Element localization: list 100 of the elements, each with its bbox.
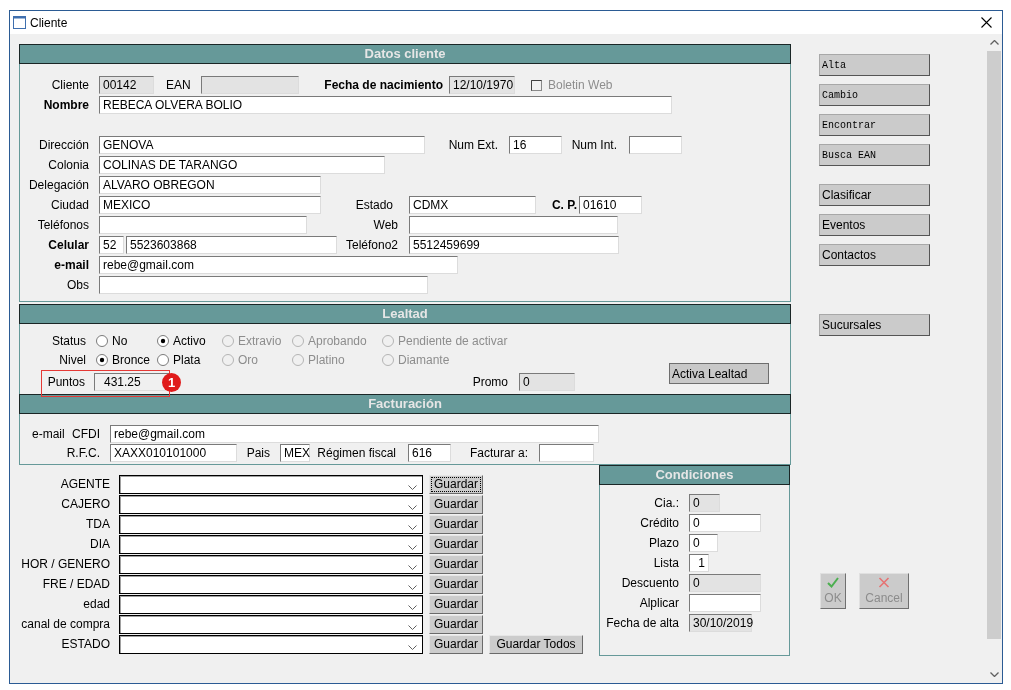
input-field[interactable]: 12/10/1970 (449, 76, 515, 94)
input-field[interactable] (99, 216, 307, 234)
section-header: Lealtad (19, 304, 791, 324)
input-field[interactable]: rebe@gmail.com (99, 256, 458, 274)
input-field[interactable] (539, 443, 594, 462)
window-icon (13, 16, 26, 29)
field-label: ESTADO (61, 637, 110, 651)
input-field[interactable]: 00142 (99, 76, 154, 94)
input-field[interactable]: 16 (509, 136, 562, 154)
radio-option[interactable]: Activo (157, 333, 206, 348)
check-icon (827, 577, 839, 588)
input-field[interactable]: 0 (689, 574, 761, 592)
field-label: DIA (90, 537, 110, 551)
field-label: TDA (86, 517, 110, 531)
input-field[interactable]: 01610 (579, 196, 642, 214)
save-button[interactable]: Guardar (429, 514, 483, 534)
radio-option[interactable]: Bronce (96, 352, 151, 367)
input-field[interactable]: 616 (408, 443, 451, 462)
close-icon[interactable] (981, 17, 992, 28)
select-field[interactable] (119, 474, 423, 494)
chevron-down-icon (408, 644, 417, 650)
select-field[interactable] (119, 634, 423, 654)
action-button[interactable]: Busca EAN (819, 144, 930, 166)
action-button[interactable]: Cambio (819, 84, 930, 106)
input-field[interactable]: MEX (280, 443, 310, 462)
input-field[interactable]: 5523603868 (126, 236, 337, 254)
action-button[interactable]: Contactos (819, 244, 930, 266)
field-label: Ciudad (50, 198, 89, 212)
scrollbar-thumb[interactable] (987, 51, 1001, 639)
field-label: FRE / EDAD (42, 577, 110, 591)
save-button[interactable]: Guardar (429, 614, 483, 634)
input-field[interactable] (689, 594, 761, 612)
input-field[interactable]: REBECA OLVERA BOLIO (99, 96, 672, 114)
select-field[interactable] (119, 494, 423, 514)
field-label: Fecha de alta (606, 616, 679, 630)
radio-option[interactable]: No (96, 333, 128, 348)
input-field[interactable]: CDMX (409, 196, 536, 214)
field-label: Web (373, 218, 398, 232)
input-field[interactable]: MEXICO (99, 196, 321, 214)
input-field[interactable]: ALVARO OBREGON (99, 176, 321, 194)
input-field[interactable] (629, 136, 682, 154)
area-code-field[interactable]: 52 (99, 236, 124, 254)
activate-loyalty-button[interactable]: Activa Lealtad (669, 363, 769, 384)
input-field[interactable]: rebe@gmail.com (110, 424, 599, 443)
input-field[interactable]: GENOVA (99, 136, 425, 154)
action-button[interactable]: Alta (819, 54, 930, 76)
save-button[interactable]: Guardar (429, 554, 483, 574)
field-label: Plazo (648, 536, 679, 550)
input-field[interactable] (99, 276, 428, 294)
chevron-down-icon (408, 624, 417, 630)
save-all-button[interactable]: Guardar Todos (489, 634, 583, 654)
field-label: CAJERO (61, 497, 110, 511)
field-label: Nombre (43, 98, 89, 112)
select-field[interactable] (119, 534, 423, 554)
input-field[interactable]: 0 (519, 373, 575, 391)
field-label: edad (83, 597, 110, 611)
input-field[interactable]: COLINAS DE TARANGO (99, 156, 385, 174)
select-field[interactable] (119, 514, 423, 534)
field-label: Descuento (621, 576, 679, 590)
save-button[interactable]: Guardar (429, 474, 483, 494)
chevron-down-icon (408, 484, 417, 490)
save-button[interactable]: Guardar (429, 574, 483, 594)
action-button[interactable]: Eventos (819, 214, 930, 236)
scroll-down-icon[interactable] (989, 672, 999, 677)
input-field[interactable]: XAXX010101000 (110, 443, 237, 462)
action-button[interactable]: Encontrar (819, 114, 930, 136)
input-field[interactable]: 0 (689, 534, 718, 552)
select-field[interactable] (119, 614, 423, 634)
field-label: Teléfono2 (345, 238, 398, 252)
callout-badge: 1 (162, 373, 181, 392)
radio-option[interactable]: Plata (157, 352, 201, 367)
field-label: Num Int. (571, 138, 617, 152)
chevron-down-icon (408, 504, 417, 510)
select-field[interactable] (119, 554, 423, 574)
select-field[interactable] (119, 574, 423, 594)
action-button[interactable]: Sucursales (819, 314, 930, 336)
field-label: Alplicar (639, 596, 679, 610)
input-field[interactable]: 0 (689, 494, 720, 512)
input-field[interactable]: 0 (689, 514, 761, 532)
save-button[interactable]: Guardar (429, 494, 483, 514)
input-field[interactable]: 5512459699 (409, 236, 619, 254)
save-button[interactable]: Guardar (429, 594, 483, 614)
scroll-up-icon[interactable] (989, 40, 999, 45)
input-field[interactable]: 30/10/2019 (689, 614, 752, 632)
field-label: Celular (48, 238, 89, 252)
field-label: R.F.C. (66, 445, 100, 460)
field-label: Pais (246, 445, 270, 460)
input-field[interactable] (409, 216, 618, 234)
field-label: canal de compra (21, 617, 110, 631)
select-field[interactable] (119, 594, 423, 614)
input-field[interactable] (201, 76, 299, 94)
save-button[interactable]: Guardar (429, 634, 483, 654)
input-field[interactable]: 1 (689, 554, 709, 572)
chevron-down-icon (408, 564, 417, 570)
section-header: Condiciones (599, 465, 790, 485)
save-button[interactable]: Guardar (429, 534, 483, 554)
action-button[interactable]: Clasificar (819, 184, 930, 206)
field-label: Delegación (28, 178, 89, 192)
field-label: e-mail CFDI (32, 426, 100, 441)
field-label: HOR / GENERO (21, 557, 110, 571)
